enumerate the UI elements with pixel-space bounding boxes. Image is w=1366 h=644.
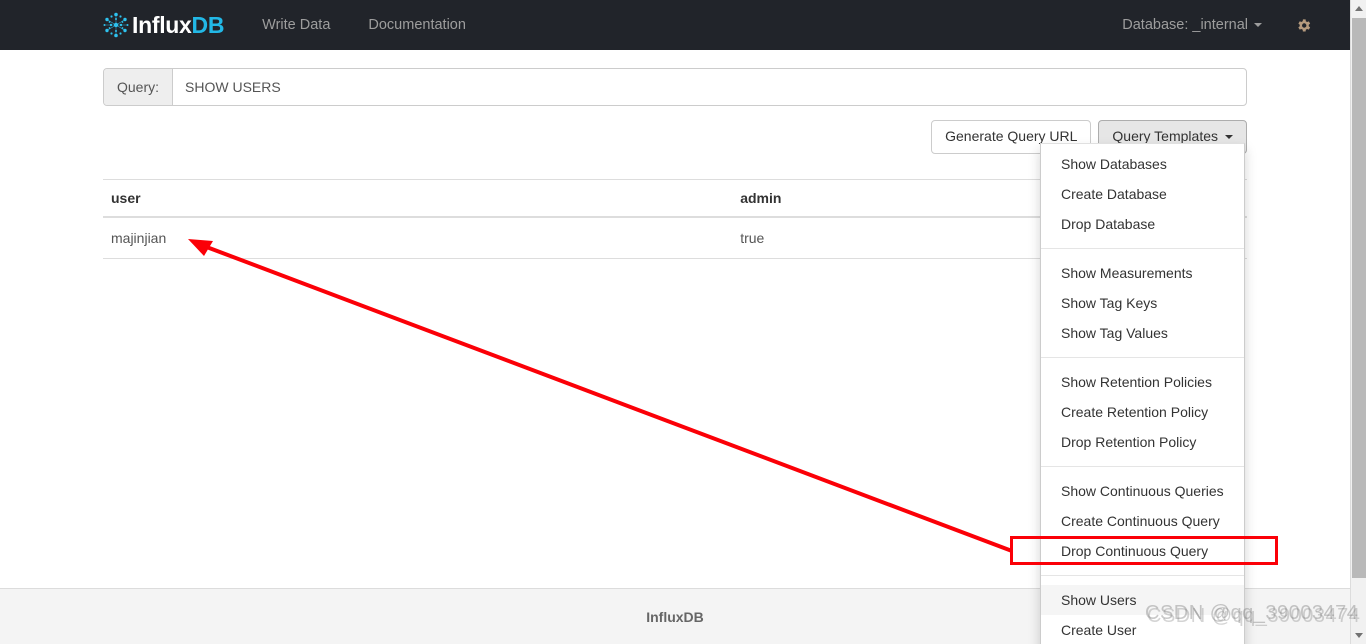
menu-item-show-retention-policies[interactable]: Show Retention Policies [1041,367,1244,397]
query-templates-dropdown: Show Databases Create Database Drop Data… [1040,143,1245,644]
nav-link-documentation[interactable]: Documentation [368,17,466,33]
menu-divider [1041,248,1244,249]
scrollbar-up-arrow[interactable] [1351,0,1366,17]
database-selector[interactable]: Database: _internal [1122,17,1262,33]
chevron-up-icon [1355,6,1363,11]
scrollbar-thumb[interactable] [1352,18,1366,578]
scrollbar-down-arrow[interactable] [1351,627,1366,644]
chevron-down-icon [1225,135,1233,140]
menu-divider [1041,466,1244,467]
menu-divider [1041,357,1244,358]
query-templates-label: Query Templates [1112,128,1218,144]
menu-item-drop-database[interactable]: Drop Database [1041,209,1244,239]
cell-user: majinjian [103,216,733,259]
database-selector-label: Database: _internal [1122,17,1248,33]
brand-influx: Influx [132,11,192,38]
brand-db: DB [191,11,225,38]
query-bar: Query: [103,68,1247,106]
top-navbar: InfluxDB Write Data Documentation Databa… [0,0,1350,50]
menu-item-drop-continuous-query[interactable]: Drop Continuous Query [1041,536,1244,566]
menu-item-drop-retention-policy[interactable]: Drop Retention Policy [1041,427,1244,457]
query-input[interactable] [173,69,1246,105]
chevron-down-icon [1355,633,1363,638]
menu-item-show-databases[interactable]: Show Databases [1041,149,1244,179]
menu-item-create-continuous-query[interactable]: Create Continuous Query [1041,506,1244,536]
settings-button[interactable] [1294,16,1312,34]
gear-icon [1297,18,1310,32]
menu-item-show-users[interactable]: Show Users [1041,585,1244,615]
brand-logo[interactable]: InfluxDB [103,11,224,39]
footer-text: InfluxDB [646,608,704,625]
menu-item-show-measurements[interactable]: Show Measurements [1041,258,1244,288]
menu-item-show-tag-values[interactable]: Show Tag Values [1041,318,1244,348]
query-label: Query: [104,69,174,105]
page-scrollbar[interactable] [1350,0,1366,644]
menu-item-show-tag-keys[interactable]: Show Tag Keys [1041,288,1244,318]
influxdb-admin-page: InfluxDB Write Data Documentation Databa… [0,0,1366,644]
menu-divider [1041,575,1244,576]
menu-item-create-database[interactable]: Create Database [1041,179,1244,209]
menu-item-show-continuous-queries[interactable]: Show Continuous Queries [1041,476,1244,506]
influxdb-snowflake-logo-icon [103,12,129,38]
menu-item-create-retention-policy[interactable]: Create Retention Policy [1041,397,1244,427]
chevron-down-icon [1254,23,1262,27]
navbar-right-group: Database: _internal [1122,16,1350,34]
brand-wordmark: InfluxDB [132,11,225,38]
menu-item-create-user[interactable]: Create User [1041,615,1244,644]
nav-link-write-data[interactable]: Write Data [262,17,330,33]
column-header-user: user [103,178,733,218]
